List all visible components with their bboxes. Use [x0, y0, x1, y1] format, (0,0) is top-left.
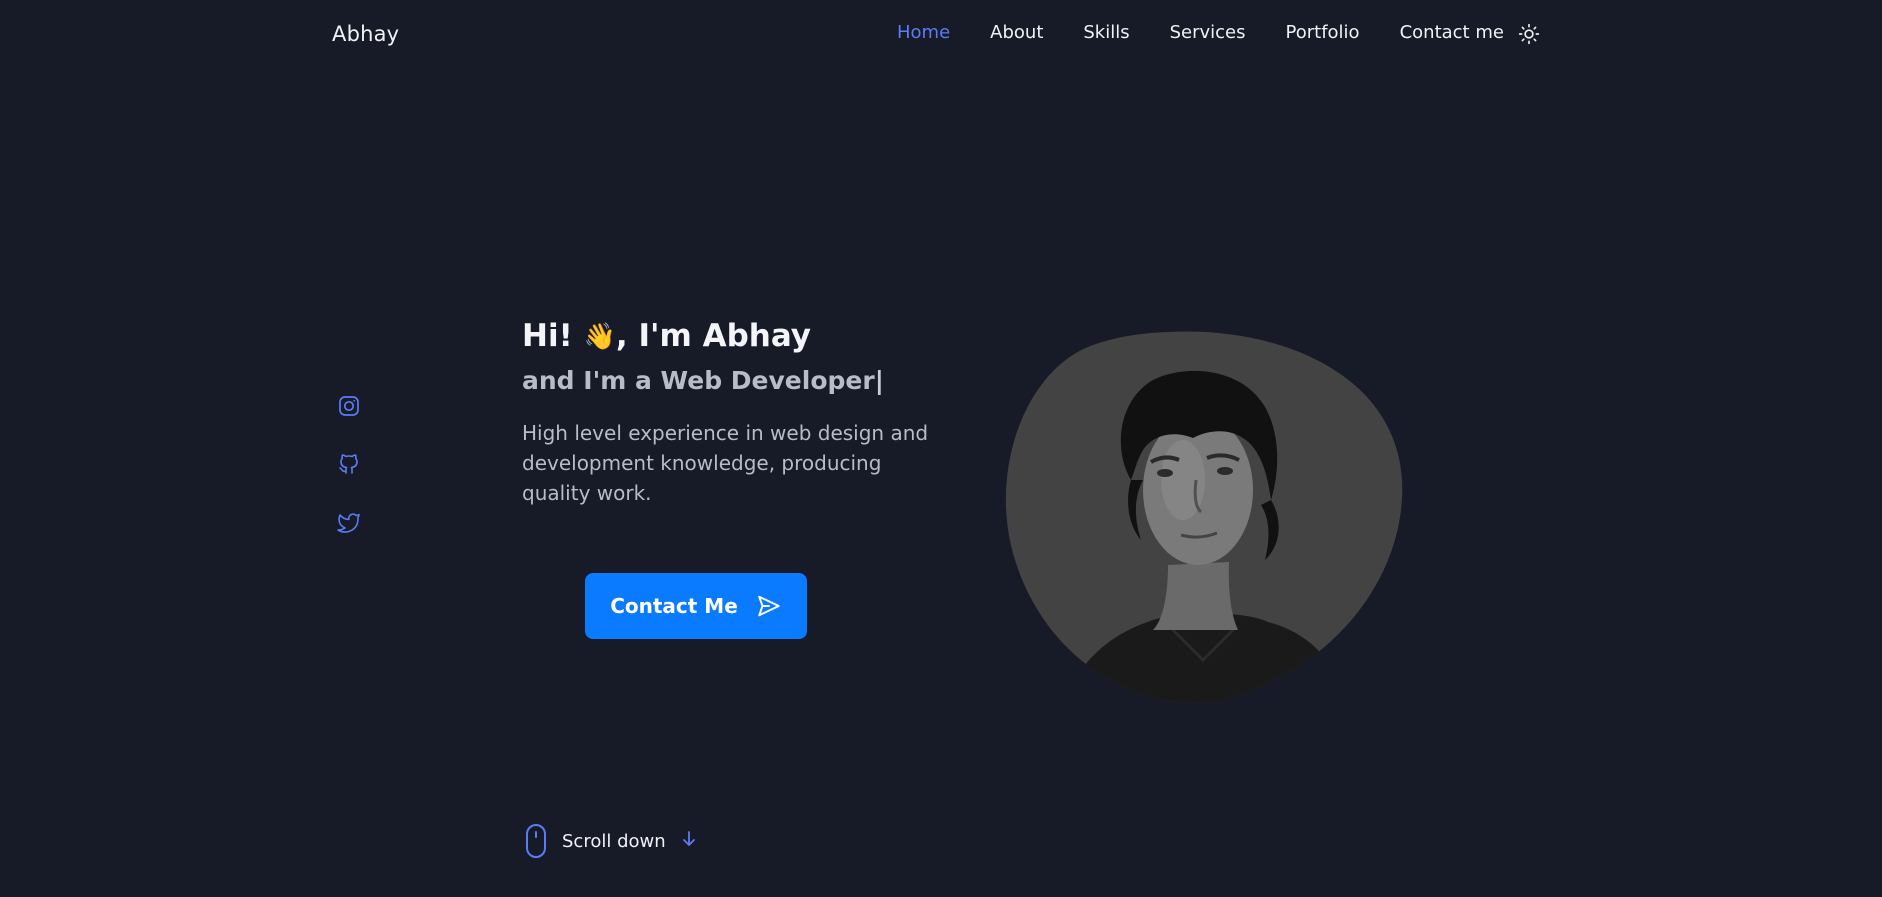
waving-hand-icon: 👋 — [583, 322, 616, 352]
nav-about[interactable]: About — [990, 22, 1043, 43]
nav-skills[interactable]: Skills — [1083, 22, 1129, 43]
contact-me-button[interactable]: Contact Me — [585, 573, 807, 639]
logo[interactable]: Abhay — [332, 22, 399, 46]
mouse-icon — [526, 824, 546, 858]
greeting-suffix: , I'm Abhay — [615, 318, 812, 354]
profile-portrait — [1003, 330, 1403, 705]
twitter-link[interactable] — [337, 510, 361, 534]
hero-title: Hi! 👋, I'm Abhay — [522, 318, 811, 354]
typing-cursor: | — [874, 366, 884, 395]
nav-home[interactable]: Home — [897, 22, 950, 43]
arrow-down-icon — [682, 831, 695, 846]
nav-contact[interactable]: Contact me — [1400, 22, 1504, 43]
theme-toggle-button[interactable] — [1518, 23, 1540, 45]
header: Abhay Home About Skills Services Portfol… — [0, 0, 1882, 70]
github-icon — [339, 454, 358, 474]
nav-portfolio[interactable]: Portfolio — [1286, 22, 1360, 43]
github-link[interactable] — [337, 452, 361, 476]
contact-me-label: Contact Me — [610, 594, 738, 618]
scroll-down-label: Scroll down — [562, 830, 666, 852]
scroll-down-link[interactable]: Scroll down — [522, 823, 698, 859]
send-icon — [758, 595, 780, 617]
page: Abhay Home About Skills Services Portfol… — [0, 0, 1882, 897]
social-links — [337, 394, 361, 534]
instagram-icon — [339, 396, 359, 416]
hero-subtitle: and I'm a Web Developer| — [522, 366, 884, 395]
greeting-prefix: Hi! — [522, 318, 573, 354]
portrait-blob — [1005, 331, 1403, 703]
subtitle-text: and I'm a Web Developer — [522, 366, 875, 395]
hero-description: High level experience in web design and … — [522, 421, 929, 505]
instagram-link[interactable] — [337, 394, 361, 418]
nav-services[interactable]: Services — [1170, 22, 1246, 43]
twitter-icon — [337, 513, 360, 533]
sun-icon — [1518, 23, 1540, 45]
main-nav: Home About Skills Services Portfolio Con… — [897, 22, 1544, 43]
